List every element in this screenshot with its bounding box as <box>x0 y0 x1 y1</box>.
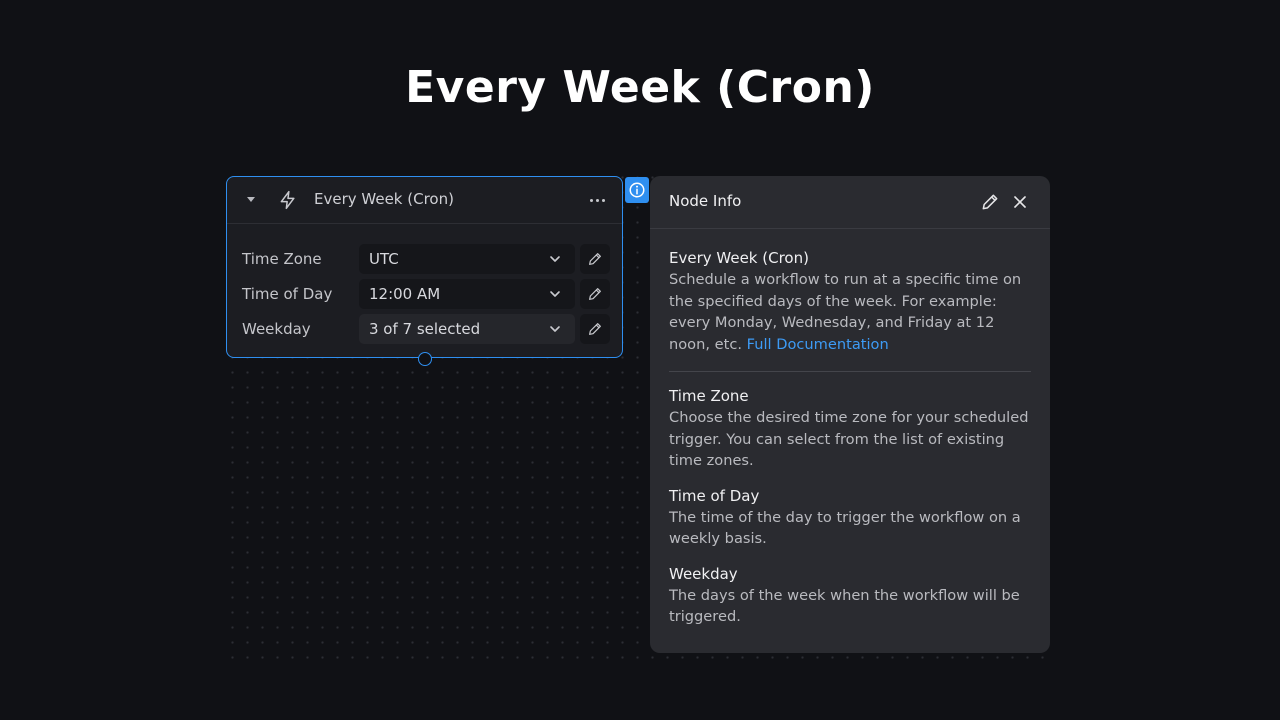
field-label: Time Zone <box>242 250 322 268</box>
full-documentation-link[interactable]: Full Documentation <box>747 336 889 353</box>
time-of-day-select[interactable]: 12:00 AM <box>359 279 575 309</box>
section-heading: Weekday <box>669 564 738 583</box>
intro-text: Schedule a workflow to run at a specific… <box>669 271 1022 353</box>
intro-heading: Every Week (Cron) <box>669 249 809 267</box>
node-header: Every Week (Cron) <box>227 177 622 224</box>
field-row-time-of-day: Time of Day 12:00 AM <box>227 279 622 309</box>
chevron-down-icon <box>550 326 560 332</box>
caret-down-icon[interactable] <box>247 197 255 202</box>
lightning-bolt-icon <box>280 190 295 210</box>
pencil-icon <box>589 288 601 300</box>
pencil-icon <box>589 253 601 265</box>
panel-body: Every Week (Cron) Schedule a workflow to… <box>669 248 1031 628</box>
edit-time-of-day-button[interactable] <box>580 279 610 309</box>
panel-header: Node Info <box>650 176 1050 229</box>
field-label: Weekday <box>242 320 311 338</box>
workflow-node[interactable]: Every Week (Cron) Time Zone UTC Time of … <box>226 176 623 358</box>
more-horizontal-icon[interactable] <box>588 191 606 209</box>
node-output-handle[interactable] <box>418 352 432 366</box>
chevron-down-icon <box>550 256 560 262</box>
chevron-down-icon <box>550 291 560 297</box>
field-label: Time of Day <box>242 285 333 303</box>
section-text: The time of the day to trigger the workf… <box>669 508 1021 548</box>
close-icon[interactable] <box>1010 192 1030 212</box>
section-heading: Time Zone <box>669 387 749 405</box>
weekday-select[interactable]: 3 of 7 selected <box>359 314 575 344</box>
field-row-time-zone: Time Zone UTC <box>227 244 622 274</box>
select-value: UTC <box>369 250 399 268</box>
select-value: 12:00 AM <box>369 285 441 303</box>
edit-weekday-button[interactable] <box>580 314 610 344</box>
pencil-icon[interactable] <box>980 192 1000 212</box>
section-text: Choose the desired time zone for your sc… <box>669 409 1029 469</box>
field-row-weekday: Weekday 3 of 7 selected <box>227 314 622 344</box>
page-title: Every Week (Cron) <box>405 62 875 113</box>
section-text: The days of the week when the workflow w… <box>669 586 1020 626</box>
section-heading: Time of Day <box>669 486 760 505</box>
panel-title: Node Info <box>669 192 742 210</box>
divider <box>669 371 1031 372</box>
pencil-icon <box>589 323 601 335</box>
node-info-panel: Node Info Every Week (Cron) Schedule a w… <box>650 176 1050 653</box>
edit-time-zone-button[interactable] <box>580 244 610 274</box>
time-zone-select[interactable]: UTC <box>359 244 575 274</box>
node-title: Every Week (Cron) <box>314 190 454 208</box>
info-icon[interactable] <box>625 177 649 203</box>
select-value: 3 of 7 selected <box>369 320 481 338</box>
